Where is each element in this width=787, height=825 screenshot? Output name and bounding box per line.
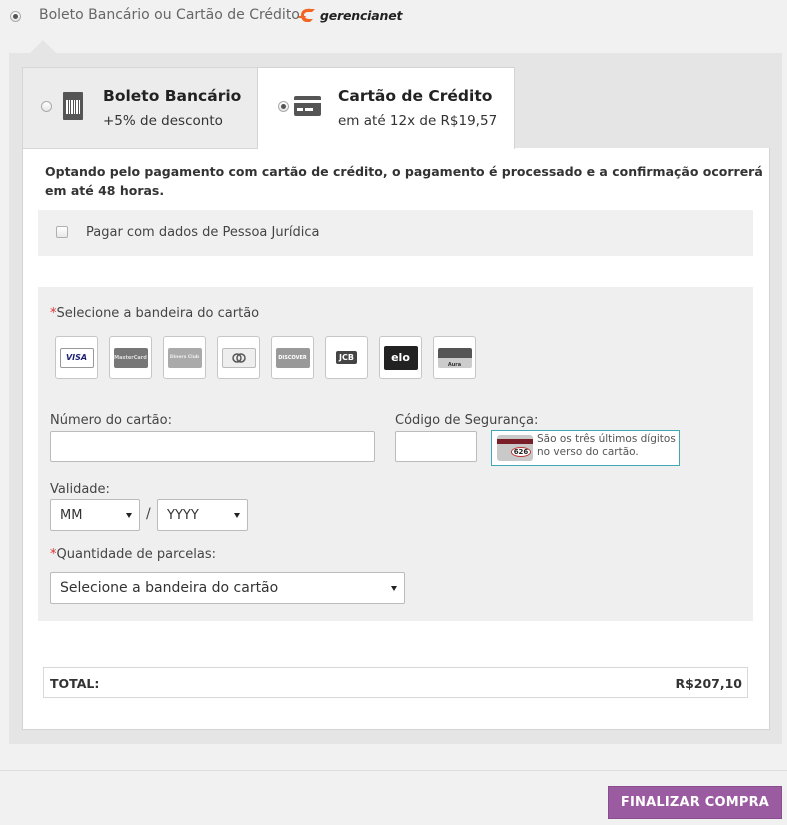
aura-logo: Aura: [437, 347, 472, 368]
aura-text: Aura: [447, 361, 462, 368]
payment-option-row[interactable]: Boleto Bancário ou Cartão de Crédito ger…: [0, 0, 787, 36]
jcb-logo: JCB: [329, 347, 364, 368]
gerencianet-logo: gerencianet: [298, 7, 402, 24]
validity-separator: /: [146, 506, 151, 522]
brand-name: gerencianet: [320, 8, 403, 23]
payment-info-text: Optando pelo pagamento com cartão de cré…: [45, 164, 763, 198]
cvv-sample: 626: [511, 447, 531, 457]
tab-cartao-title: Cartão de Crédito: [338, 87, 493, 105]
payment-option-radio[interactable]: [10, 11, 21, 22]
flag-visa[interactable]: VISA: [55, 336, 98, 379]
pj-checkbox[interactable]: [56, 226, 68, 238]
year-select-value: YYYY: [167, 507, 199, 523]
installments-label: *Quantidade de parcelas:: [50, 547, 216, 562]
installments-select-value: Selecione a bandeira do cartão: [60, 580, 279, 596]
flag-label: *Selecione a bandeira do cartão: [50, 306, 259, 321]
pj-checkbox-label[interactable]: Pagar com dados de Pessoa Jurídica: [86, 225, 320, 240]
visa-logo: VISA: [59, 347, 94, 368]
jcb-text: JCB: [336, 351, 357, 364]
year-select[interactable]: YYYY: [157, 499, 248, 531]
cvv-card-icon: 626: [497, 435, 533, 461]
elo-text: elo: [391, 351, 410, 364]
tab-boleto[interactable]: Boleto Bancário +5% de desconto: [22, 67, 257, 149]
visa-text: VISA: [65, 353, 88, 362]
flag-aura[interactable]: Aura: [433, 336, 476, 379]
flag-amex[interactable]: [217, 336, 260, 379]
cvv-label: Código de Segurança:: [395, 413, 539, 428]
barcode-icon: [61, 92, 85, 124]
flag-mastercard[interactable]: MasterCard: [109, 336, 152, 379]
flag-jcb[interactable]: JCB: [325, 336, 368, 379]
card-flag-mark-icon: [231, 352, 246, 363]
flag-discover[interactable]: DISCOVER: [271, 336, 314, 379]
tab-cartao[interactable]: Cartão de Crédito em até 12x de R$19,57: [257, 67, 515, 149]
tab-boleto-title: Boleto Bancário: [103, 87, 242, 105]
diners-text: Diners Club: [169, 355, 200, 360]
discover-logo: DISCOVER: [275, 347, 310, 368]
flag-diners[interactable]: Diners Club: [163, 336, 206, 379]
mastercard-text: MasterCard: [114, 354, 147, 361]
credit-card-icon: [294, 96, 321, 120]
installments-select[interactable]: Selecione a bandeira do cartão: [50, 572, 405, 604]
installments-label-text: Quantidade de parcelas:: [56, 547, 217, 562]
amex-logo: [221, 347, 256, 368]
cartao-radio[interactable]: [278, 101, 289, 112]
card-form: *Selecione a bandeira do cartão VISA Mas…: [38, 287, 753, 621]
diners-logo: Diners Club: [167, 347, 202, 368]
cvv-input[interactable]: [395, 431, 477, 462]
payment-option-label: Boleto Bancário ou Cartão de Crédito: [39, 7, 300, 23]
chevron-down-icon: [391, 586, 397, 591]
chevron-down-icon: [126, 513, 132, 518]
pj-option-box: Pagar com dados de Pessoa Jurídica: [38, 210, 753, 256]
chevron-down-icon: [234, 513, 240, 518]
total-box: TOTAL: R$207,10: [43, 667, 748, 698]
gerencianet-logo-icon: [298, 8, 315, 22]
total-label: TOTAL:: [50, 676, 100, 691]
boleto-radio[interactable]: [41, 101, 52, 112]
tab-boleto-subtitle: +5% de desconto: [103, 113, 223, 129]
discover-text: DISCOVER: [278, 354, 307, 361]
month-select[interactable]: MM: [50, 499, 140, 531]
flag-elo[interactable]: elo: [379, 336, 422, 379]
tab-cartao-subtitle: em até 12x de R$19,57: [338, 113, 498, 129]
validity-label: Validade:: [50, 482, 110, 497]
finalize-purchase-button[interactable]: FINALIZAR COMPRA: [608, 786, 782, 819]
card-number-label: Número do cartão:: [50, 413, 172, 428]
panel-pointer: [30, 40, 56, 53]
total-value: R$207,10: [675, 676, 742, 691]
mastercard-logo: MasterCard: [113, 347, 148, 368]
card-flags: VISA MasterCard Diners Club DISCOVER JCB…: [55, 336, 476, 379]
cvv-hint-box: 626 São os três últimos dígitos no verso…: [491, 430, 680, 466]
month-select-value: MM: [60, 507, 83, 523]
cvv-hint-text: São os três últimos dígitos no verso do …: [537, 433, 676, 458]
flag-label-text: Selecione a bandeira do cartão: [56, 306, 260, 321]
card-number-input[interactable]: [50, 431, 375, 462]
footer-divider: [0, 770, 787, 771]
elo-logo: elo: [383, 345, 418, 370]
